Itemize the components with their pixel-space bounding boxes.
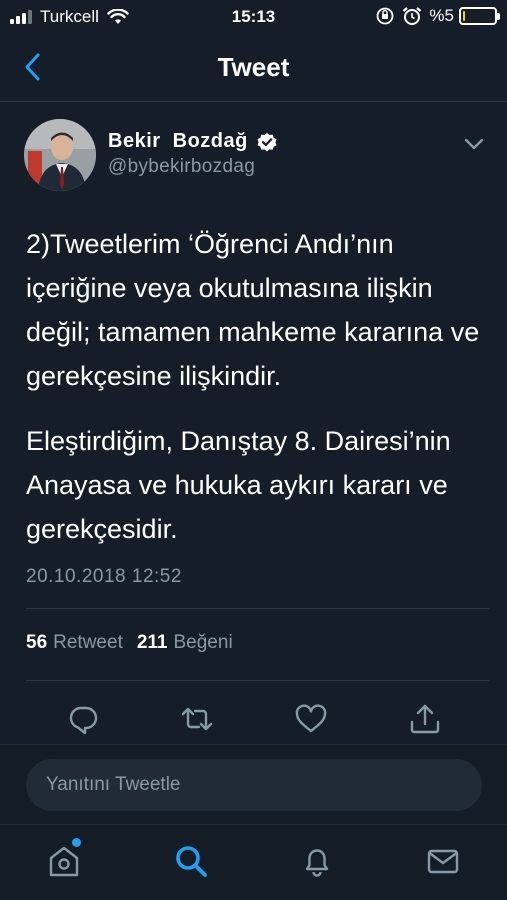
alarm-icon: [403, 7, 422, 25]
chevron-down-icon[interactable]: [462, 134, 486, 154]
orientation-lock-icon: [377, 7, 394, 25]
tweet-text-paragraph-1: 2)Tweetlerim ‘Öğrenci Andı’nın içeriğine…: [26, 229, 480, 391]
divider: [26, 608, 489, 609]
like-label[interactable]: Beğeni: [174, 632, 233, 654]
author-name-text: Bekir Bozdağ: [108, 130, 248, 152]
divider: [26, 680, 489, 681]
reply-bar: Yanıtını Tweetle: [0, 744, 507, 824]
battery-level: [463, 11, 465, 21]
tweet-actions: [0, 694, 507, 746]
share-icon[interactable]: [408, 702, 442, 736]
author-name[interactable]: Bekir Bozdağ: [108, 130, 278, 153]
battery-icon: [459, 7, 500, 25]
notification-dot: [72, 838, 81, 847]
verified-badge-icon: [257, 132, 277, 151]
reply-icon[interactable]: [66, 702, 100, 736]
messages-icon[interactable]: [425, 843, 461, 879]
retweet-count[interactable]: 56: [26, 632, 47, 654]
reply-placeholder: Yanıtını Tweetle: [46, 774, 181, 795]
tab-bar: [0, 824, 507, 900]
retweet-label[interactable]: Retweet: [53, 632, 123, 654]
navigation-bar: Tweet: [0, 34, 507, 102]
retweet-icon[interactable]: [180, 702, 214, 736]
reply-input[interactable]: Yanıtını Tweetle: [26, 759, 482, 811]
avatar[interactable]: [24, 119, 96, 191]
page-title: Tweet: [217, 52, 290, 82]
like-count[interactable]: 211: [137, 632, 168, 654]
battery-percentage: %5: [429, 6, 454, 25]
author-handle[interactable]: @bybekirbozdag: [108, 156, 255, 178]
status-right: %5: [375, 6, 500, 26]
tweet-timestamp: 20.10.2018 12:52: [26, 566, 182, 587]
tweet-text-paragraph-2: Eleştirdiğim, Danıştay 8. Dairesi’nin An…: [26, 426, 451, 544]
search-icon[interactable]: [173, 843, 209, 879]
home-icon[interactable]: [46, 843, 82, 879]
status-bar: Turkcell 15:13 %5: [0, 0, 507, 34]
tweet-stats: 56 Retweet 211 Beğeni: [26, 632, 233, 654]
notifications-icon[interactable]: [299, 843, 335, 879]
avatar-image: [24, 119, 96, 191]
like-icon[interactable]: [294, 702, 328, 736]
